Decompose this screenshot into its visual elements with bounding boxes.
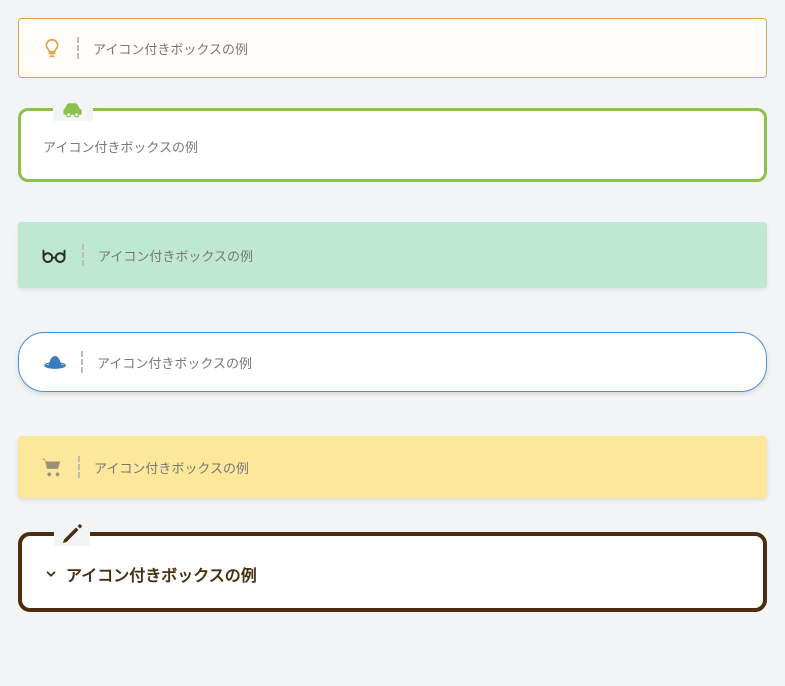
icon-box-pencil[interactable]: アイコン付きボックスの例: [18, 532, 767, 612]
box-text: アイコン付きボックスの例: [43, 140, 198, 155]
divider: [77, 37, 79, 59]
divider: [81, 351, 83, 373]
box-text: アイコン付きボックスの例: [94, 458, 249, 477]
icon-box-car: アイコン付きボックスの例: [18, 108, 767, 182]
car-icon: [53, 97, 93, 121]
divider: [78, 456, 80, 478]
divider: [82, 244, 84, 266]
expandable-header[interactable]: アイコン付きボックスの例: [44, 562, 741, 586]
icon-box-glasses: アイコン付きボックスの例: [18, 222, 767, 288]
box-text: アイコン付きボックスの例: [93, 39, 248, 58]
glasses-icon: [40, 244, 68, 266]
hat-icon: [43, 352, 67, 372]
pencil-icon: [54, 522, 90, 546]
icon-box-hat: アイコン付きボックスの例: [18, 332, 767, 392]
box-text: アイコン付きボックスの例: [97, 353, 252, 372]
cart-icon: [40, 456, 64, 478]
lightbulb-icon: [41, 37, 63, 59]
icon-box-cart: アイコン付きボックスの例: [18, 436, 767, 498]
icon-box-lightbulb: アイコン付きボックスの例: [18, 18, 767, 78]
box-text: アイコン付きボックスの例: [98, 246, 253, 265]
chevron-down-icon: [44, 567, 58, 581]
box-title: アイコン付きボックスの例: [66, 562, 257, 586]
